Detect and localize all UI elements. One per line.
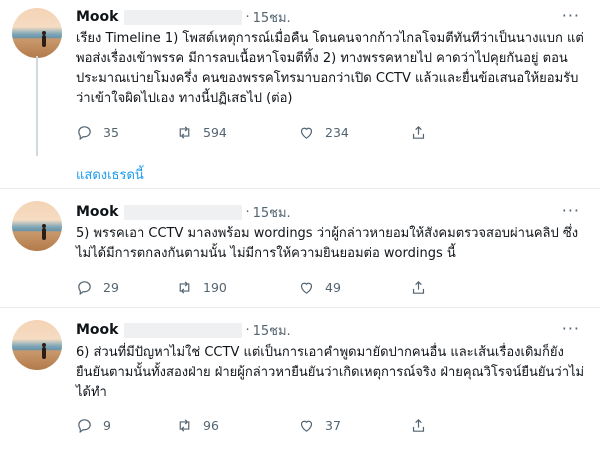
reply-count: 35: [103, 125, 119, 140]
tweet-time[interactable]: 15ชม.: [253, 202, 291, 223]
retweet-button[interactable]: 594: [176, 124, 227, 141]
share-icon: [412, 125, 425, 139]
reply-button[interactable]: 35: [76, 124, 119, 141]
tweet-actions: 9 96 37: [76, 417, 586, 437]
avatar[interactable]: [12, 320, 62, 370]
tweet[interactable]: Mook · 15ชม. ··· 6) ส่วนที่มีปัญหาไม่ใช่…: [0, 308, 600, 455]
like-icon: [300, 127, 313, 139]
separator-dot: ·: [245, 204, 250, 220]
retweet-count: 96: [203, 418, 219, 433]
tweet-text: 6) ส่วนที่มีปัญหาไม่ใช่ CCTV แต่เป็นการเ…: [76, 345, 585, 400]
more-icon[interactable]: ···: [562, 201, 580, 220]
retweet-icon: [179, 419, 190, 432]
avatar-figure-body: [42, 35, 46, 47]
like-button[interactable]: 49: [298, 279, 341, 296]
like-count: 49: [325, 280, 341, 295]
author-name[interactable]: Mook: [76, 204, 118, 220]
reply-icon: [78, 281, 91, 296]
like-button[interactable]: 37: [298, 417, 341, 434]
like-icon: [300, 282, 313, 294]
tweet-time[interactable]: 15ชม.: [253, 320, 291, 341]
separator-dot: ·: [245, 322, 250, 338]
share-icon: [412, 418, 425, 432]
tweet-time[interactable]: 15ชม.: [253, 7, 291, 28]
reply-button[interactable]: 29: [76, 279, 119, 296]
avatar[interactable]: [12, 201, 62, 251]
avatar-figure-body: [42, 228, 46, 240]
tweet-header: Mook · 15ชม.: [76, 7, 291, 27]
share-button[interactable]: [410, 417, 427, 434]
redacted-handle: [124, 9, 243, 25]
tweet-text: 5) พรรคเอา CCTV มาลงพร้อม wordings ว่าผู…: [76, 226, 579, 261]
retweet-button[interactable]: 190: [176, 279, 227, 296]
retweet-icon: [179, 281, 190, 294]
show-thread-link[interactable]: แสดงเธรดนี้: [76, 164, 144, 185]
like-count: 234: [325, 125, 349, 140]
more-icon[interactable]: ···: [562, 6, 580, 25]
redacted-handle: [124, 204, 243, 220]
reply-button[interactable]: 9: [76, 417, 111, 434]
reply-count: 9: [103, 418, 111, 433]
redacted-handle: [124, 322, 243, 338]
retweet-count: 190: [203, 280, 227, 295]
reply-count: 29: [103, 280, 119, 295]
tweet-text: เรียง Timeline 1) โพสต์เหตุการณ์เมื่อคืน…: [76, 31, 584, 106]
tweet-header: Mook · 15ชม.: [76, 320, 291, 340]
retweet-button[interactable]: 96: [176, 417, 219, 434]
tweet[interactable]: Mook · 15ชม. ··· 5) พรรคเอา CCTV มาลงพร้…: [0, 189, 600, 307]
author-name[interactable]: Mook: [76, 322, 118, 338]
tweet-actions: 35 594 234: [76, 124, 586, 144]
share-icon: [412, 280, 425, 294]
tweet-actions: 29 190 49: [76, 279, 586, 299]
more-icon[interactable]: ···: [562, 319, 580, 338]
tweet[interactable]: Mook · 15ชม. ··· เรียง Timeline 1) โพสต์…: [0, 0, 600, 188]
like-count: 37: [325, 418, 341, 433]
like-icon: [300, 420, 313, 432]
thread-line: [36, 56, 38, 156]
retweet-count: 594: [203, 125, 227, 140]
retweet-icon: [179, 126, 190, 139]
tweet-header: Mook · 15ชม.: [76, 202, 291, 222]
like-button[interactable]: 234: [298, 124, 349, 141]
share-button[interactable]: [410, 279, 427, 296]
share-button[interactable]: [410, 124, 427, 141]
author-name[interactable]: Mook: [76, 9, 118, 25]
separator-dot: ·: [245, 9, 250, 25]
reply-icon: [78, 126, 91, 141]
avatar-figure-body: [42, 347, 46, 359]
reply-icon: [78, 419, 91, 434]
avatar[interactable]: [12, 8, 62, 58]
